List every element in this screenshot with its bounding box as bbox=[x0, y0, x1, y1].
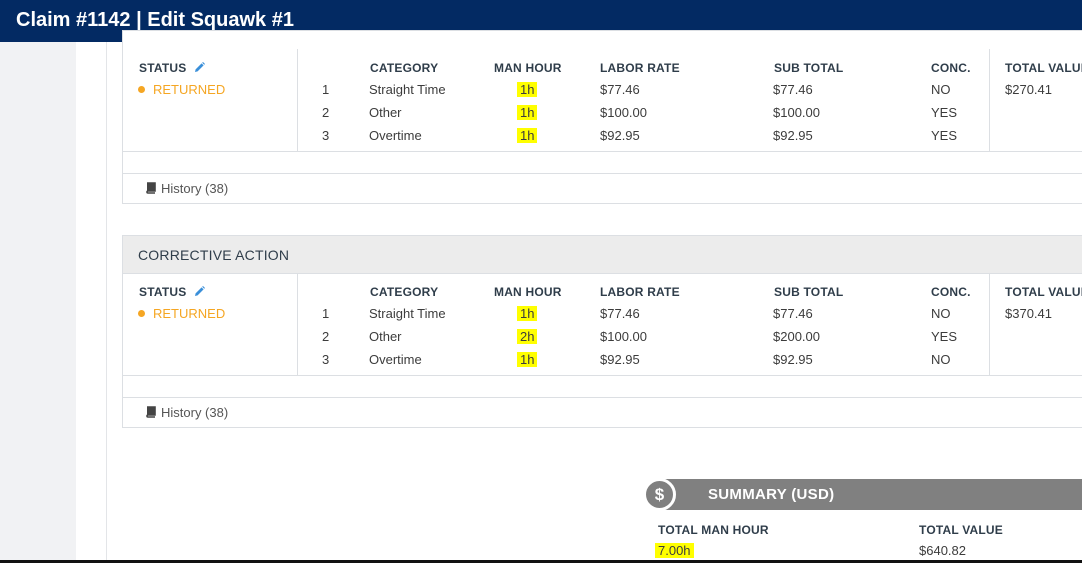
row-number: 1 bbox=[322, 306, 330, 321]
corrective-action-title: CORRECTIVE ACTION bbox=[138, 247, 290, 263]
summary-total-value-label: TOTAL VALUE bbox=[919, 523, 1003, 537]
left-panel bbox=[76, 42, 107, 563]
status-dot-icon bbox=[138, 310, 145, 317]
edit-status-pencil-icon[interactable] bbox=[194, 286, 205, 300]
row-conc: NO bbox=[931, 306, 951, 321]
row-labor-rate: $100.00 bbox=[600, 105, 647, 120]
row-man-hour[interactable]: 1h bbox=[517, 306, 538, 321]
row-labor-rate: $92.95 bbox=[600, 128, 640, 143]
row-man-hour[interactable]: 1h bbox=[517, 128, 538, 143]
sub-total-column-header: SUB TOTAL bbox=[774, 61, 844, 75]
status-column-header: STATUS bbox=[139, 285, 205, 300]
row-conc: YES bbox=[931, 128, 958, 143]
row-labor-rate: $77.46 bbox=[600, 82, 640, 97]
row-category: Other bbox=[369, 329, 402, 344]
row-conc: NO bbox=[931, 352, 951, 367]
total-man-hour-value: 7.00h bbox=[655, 543, 694, 558]
row-labor-rate: $100.00 bbox=[600, 329, 647, 344]
total-column-divider bbox=[989, 274, 990, 375]
table-bottom-border bbox=[123, 151, 1082, 152]
section-total-value: $270.41 bbox=[1005, 82, 1052, 97]
row-category: Overtime bbox=[369, 128, 422, 143]
row-number: 3 bbox=[322, 352, 330, 367]
status-badge: RETURNED bbox=[138, 82, 225, 97]
row-number: 2 bbox=[322, 105, 330, 120]
status-badge: RETURNED bbox=[138, 306, 225, 321]
summary-total-value: $640.82 bbox=[919, 543, 966, 558]
total-value-column-header: TOTAL VALUE bbox=[1005, 285, 1082, 299]
row-number: 1 bbox=[322, 82, 330, 97]
row-category: Straight Time bbox=[369, 82, 446, 97]
sub-total-column-header: SUB TOTAL bbox=[774, 285, 844, 299]
row-sub-total: $77.46 bbox=[773, 306, 813, 321]
row-category: Overtime bbox=[369, 352, 422, 367]
status-column-divider bbox=[297, 274, 298, 375]
book-icon bbox=[145, 406, 157, 421]
status-header-label: STATUS bbox=[139, 61, 187, 75]
row-conc: YES bbox=[931, 329, 958, 344]
man-hour-column-header: MAN HOUR bbox=[494, 285, 562, 299]
row-number: 3 bbox=[322, 128, 330, 143]
status-column-divider bbox=[297, 49, 298, 151]
history-top-border bbox=[123, 397, 1082, 398]
row-sub-total: $100.00 bbox=[773, 105, 820, 120]
summary-header-bar: SUMMARY (USD) bbox=[660, 479, 1082, 510]
status-value: RETURNED bbox=[153, 82, 226, 97]
row-number: 2 bbox=[322, 329, 330, 344]
row-sub-total: $92.95 bbox=[773, 352, 813, 367]
window-title: Claim #1142 | Edit Squawk #1 bbox=[16, 9, 294, 31]
row-man-hour[interactable]: 1h bbox=[517, 82, 538, 97]
status-value: RETURNED bbox=[153, 306, 226, 321]
conc-column-header: CONC. bbox=[931, 285, 971, 299]
history-top-border bbox=[123, 173, 1082, 174]
corrective-action-header: CORRECTIVE ACTION bbox=[123, 236, 1082, 274]
labor-rate-column-header: LABOR RATE bbox=[600, 61, 680, 75]
row-man-hour[interactable]: 1h bbox=[517, 352, 538, 367]
conc-column-header: CONC. bbox=[931, 61, 971, 75]
status-dot-icon bbox=[138, 86, 145, 93]
row-conc: NO bbox=[931, 82, 951, 97]
category-column-header: CATEGORY bbox=[370, 285, 439, 299]
status-header-label: STATUS bbox=[139, 285, 187, 299]
category-column-header: CATEGORY bbox=[370, 61, 439, 75]
section-total-value: $370.41 bbox=[1005, 306, 1052, 321]
row-category: Straight Time bbox=[369, 306, 446, 321]
row-labor-rate: $77.46 bbox=[600, 306, 640, 321]
total-man-hour-label: TOTAL MAN HOUR bbox=[658, 523, 769, 537]
total-value-column-header: TOTAL VALUE bbox=[1005, 61, 1082, 75]
left-gutter bbox=[0, 42, 76, 563]
labor-rate-column-header: LABOR RATE bbox=[600, 285, 680, 299]
total-column-divider bbox=[989, 49, 990, 151]
row-man-hour[interactable]: 2h bbox=[517, 329, 538, 344]
row-labor-rate: $92.95 bbox=[600, 352, 640, 367]
row-man-hour[interactable]: 1h bbox=[517, 105, 538, 120]
summary-title: SUMMARY (USD) bbox=[708, 486, 835, 503]
table-bottom-border bbox=[123, 375, 1082, 376]
row-conc: YES bbox=[931, 105, 958, 120]
history-label: History (38) bbox=[161, 405, 229, 420]
status-column-header: STATUS bbox=[139, 61, 205, 76]
book-icon bbox=[145, 182, 157, 197]
dollar-icon: $ bbox=[643, 478, 676, 511]
history-link[interactable]: History (38) bbox=[145, 405, 228, 421]
row-sub-total: $77.46 bbox=[773, 82, 813, 97]
row-sub-total: $92.95 bbox=[773, 128, 813, 143]
row-sub-total: $200.00 bbox=[773, 329, 820, 344]
history-link[interactable]: History (38) bbox=[145, 181, 228, 197]
man-hour-column-header: MAN HOUR bbox=[494, 61, 562, 75]
edit-status-pencil-icon[interactable] bbox=[194, 62, 205, 76]
history-label: History (38) bbox=[161, 181, 229, 196]
row-category: Other bbox=[369, 105, 402, 120]
